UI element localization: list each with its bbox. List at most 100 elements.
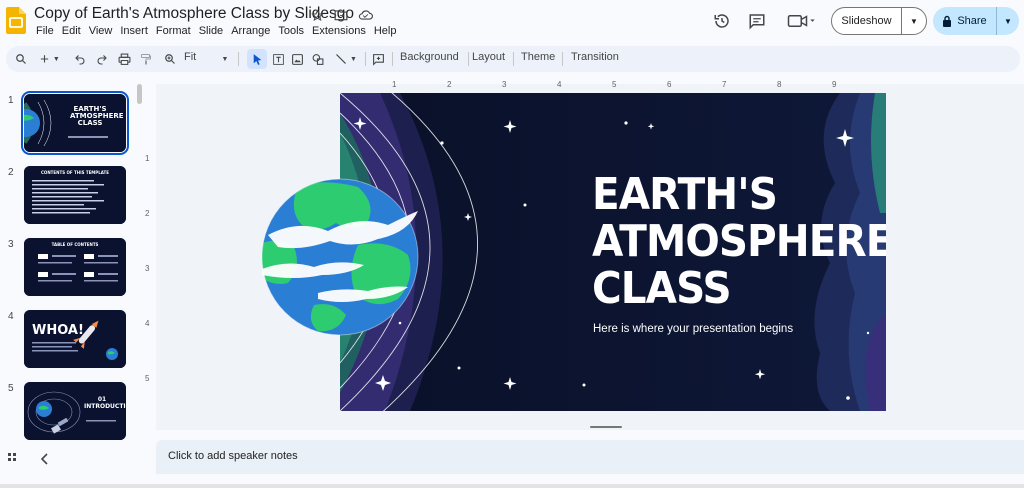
slide-thumbnail-4[interactable]: WHOA!	[24, 310, 126, 368]
thumbnail-title: TABLE OF CONTENTS	[51, 242, 99, 247]
thumbnail-title: WHOA!	[32, 323, 84, 338]
comment-add-icon[interactable]	[370, 50, 386, 68]
menu-arrange[interactable]: Arrange	[231, 25, 275, 37]
speaker-notes[interactable]: Click to add speaker notes	[156, 440, 1024, 474]
grid-view-icon[interactable]	[8, 452, 20, 470]
thumbnail-art	[24, 310, 126, 368]
menu-slide[interactable]: Slide	[199, 25, 228, 37]
menu-help[interactable]: Help	[374, 25, 402, 37]
share-label: Share	[957, 15, 987, 27]
ruler-tick: 1	[392, 80, 397, 89]
vertical-ruler: 1 2 3 4 5	[145, 104, 155, 414]
lock-icon	[943, 15, 952, 27]
image-icon[interactable]	[289, 50, 305, 68]
slide-thumbnail-5[interactable]: 01 INTRODUCTION	[24, 382, 126, 440]
line-icon[interactable]: ▼	[333, 50, 359, 68]
zoom-dropdown-icon[interactable]: ▼	[220, 50, 230, 68]
toolbar-divider	[468, 52, 469, 66]
slide-number: 4	[8, 311, 14, 322]
slide-number: 2	[8, 167, 14, 178]
filmstrip-scrollbar[interactable]	[137, 84, 142, 104]
ruler-tick: 4	[145, 319, 150, 328]
slide-subtitle[interactable]: Here is where your presentation begins	[593, 323, 793, 335]
menu-insert[interactable]: Insert	[120, 25, 153, 37]
toolbar-divider	[392, 52, 393, 66]
title-line-3: CLASS	[592, 263, 732, 314]
document-title[interactable]: Copy of Earth's Atmosphere Class by Slid…	[34, 5, 354, 23]
ruler-tick: 5	[612, 80, 617, 89]
slide-thumbnail-2[interactable]: CONTENTS OF THIS TEMPLATE	[24, 166, 126, 224]
ruler-tick: 3	[145, 264, 150, 273]
ruler-tick: 6	[667, 80, 672, 89]
shape-icon[interactable]	[310, 50, 326, 68]
toolbar: + ▼ Fit ▼ ▼ Background Layout Theme Tran…	[6, 46, 1020, 72]
toolbar-divider	[238, 52, 239, 66]
theme-button[interactable]: Theme	[521, 51, 555, 63]
toolbar-divider	[562, 52, 563, 66]
redo-icon[interactable]	[94, 50, 110, 68]
thumbnail-title: EARTH'S ATMOSPHERE CLASS	[70, 105, 124, 127]
slide-thumbnail-1[interactable]: EARTH'S ATMOSPHERE CLASS	[21, 91, 129, 155]
title-line-2: ATMOSPHERE	[592, 216, 886, 267]
print-icon[interactable]	[116, 50, 132, 68]
slide-thumbnail-3[interactable]: TABLE OF CONTENTS	[24, 238, 126, 296]
ruler-tick: 2	[447, 80, 452, 89]
share-dropdown-icon[interactable]: ▼	[997, 7, 1019, 35]
slide-number: 5	[8, 383, 14, 394]
menu-extensions[interactable]: Extensions	[312, 25, 371, 37]
slide-filmstrip: 1 EARTH'S ATMOSPHERE CLASS 2 CONTENTS OF…	[0, 84, 148, 440]
folder-move-icon[interactable]	[332, 6, 350, 24]
ruler-tick: 9	[832, 80, 837, 89]
ruler-tick: 5	[145, 374, 150, 383]
ruler-tick: 7	[722, 80, 727, 89]
slideshow-button[interactable]: Slideshow ▼	[831, 7, 927, 35]
ruler-tick: 1	[145, 154, 150, 163]
menu-view[interactable]: View	[89, 25, 118, 37]
ruler-tick: 8	[777, 80, 782, 89]
menu-file[interactable]: File	[36, 25, 59, 37]
zoom-select[interactable]: Fit	[184, 51, 196, 63]
title-line-1: EARTH'S	[592, 169, 778, 220]
menu-tools[interactable]: Tools	[278, 25, 309, 37]
menu-bar: File Edit View Insert Format Slide Arran…	[36, 25, 404, 37]
star-icon[interactable]	[308, 6, 326, 24]
slides-app: Copy of Earth's Atmosphere Class by Slid…	[0, 0, 1024, 488]
undo-icon[interactable]	[72, 50, 88, 68]
horizontal-ruler: 1 2 3 4 5 6 7 8 9	[340, 80, 886, 92]
slideshow-dropdown-icon[interactable]: ▼	[902, 8, 926, 34]
toolbar-divider	[365, 52, 366, 66]
add-icon[interactable]: + ▼	[36, 50, 64, 68]
share-main[interactable]: Share	[933, 7, 997, 35]
thumbnail-title: CONTENTS OF THIS TEMPLATE	[40, 170, 110, 175]
layout-button[interactable]: Layout	[472, 51, 505, 63]
video-call-icon[interactable]	[784, 10, 820, 32]
ruler-tick: 2	[145, 209, 150, 218]
select-icon[interactable]	[249, 50, 265, 68]
menu-edit[interactable]: Edit	[62, 25, 86, 37]
collapse-filmstrip-icon[interactable]	[40, 452, 50, 470]
search-icon[interactable]	[12, 50, 30, 68]
toolbar-divider	[513, 52, 514, 66]
menu-format[interactable]: Format	[156, 25, 196, 37]
slideshow-label[interactable]: Slideshow	[832, 8, 902, 34]
window-bottom-edge	[0, 484, 1024, 488]
slide-number: 3	[8, 239, 14, 250]
transition-button[interactable]: Transition	[571, 51, 619, 63]
thumbnail-art	[24, 382, 126, 440]
slide-title[interactable]: EARTH'S ATMOSPHERE CLASS	[592, 171, 886, 312]
header: Copy of Earth's Atmosphere Class by Slid…	[0, 0, 1024, 44]
comments-icon[interactable]	[746, 10, 768, 32]
ruler-tick: 3	[502, 80, 507, 89]
zoom-icon[interactable]	[162, 50, 178, 68]
slide-number: 1	[8, 95, 14, 106]
cloud-status-icon[interactable]	[356, 6, 374, 24]
text-box-icon[interactable]	[270, 50, 286, 68]
earth-planet-image[interactable]	[258, 175, 422, 339]
paint-format-icon[interactable]	[138, 50, 154, 68]
history-icon[interactable]	[711, 10, 733, 32]
share-button[interactable]: Share ▼	[933, 7, 1019, 35]
slides-logo-icon[interactable]	[6, 7, 26, 34]
background-button[interactable]: Background	[400, 51, 459, 63]
notes-resize-handle[interactable]	[590, 426, 622, 428]
thumbnail-title: 01 INTRODUCTION	[84, 396, 126, 410]
